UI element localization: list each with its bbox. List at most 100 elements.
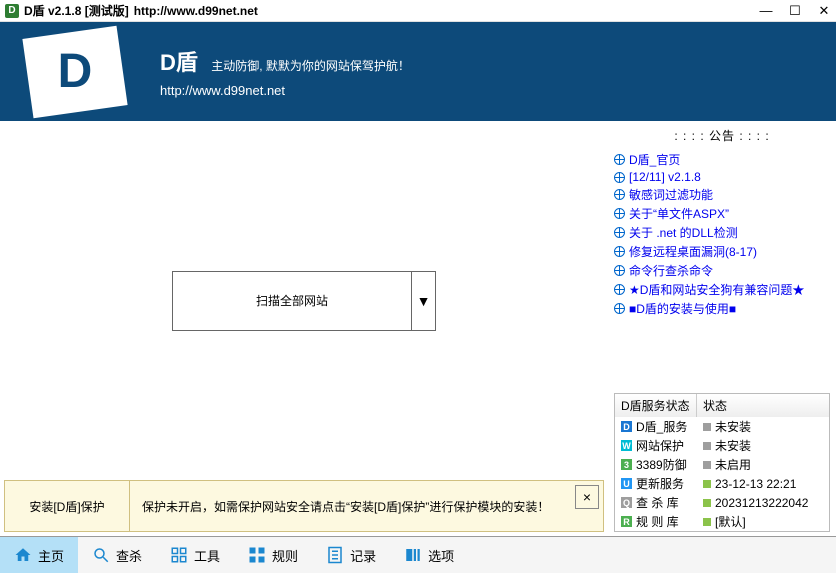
status-dot-icon xyxy=(703,423,711,431)
nav-label: 主页 xyxy=(38,546,64,565)
notice-text: 保护未开启，如需保护网站安全请点击“安装[D盾]保护”进行保护模块的安装！ xyxy=(130,481,571,531)
window-controls: — ☐ ✕ xyxy=(759,3,831,19)
announce-link: [12/11] v2.1.8 xyxy=(629,170,701,184)
announce-link: ■D盾的安装与使用■ xyxy=(629,300,736,317)
nav-label: 记录 xyxy=(350,546,376,565)
nav-label: 选项 xyxy=(428,546,454,565)
scan-container: 扫描全部网站 ▼ xyxy=(172,271,436,331)
scan-dropdown-arrow[interactable]: ▼ xyxy=(412,271,436,331)
globe-icon xyxy=(614,265,625,276)
titlebar: D D盾 v2.1.8 [测试版] http://www.d99net.net … xyxy=(0,0,836,22)
scan-icon xyxy=(92,546,110,564)
status-dot-icon xyxy=(703,461,711,469)
status-dot-icon xyxy=(703,480,711,488)
nav-bar: 主页 查杀 工具 规则 记录 选项 xyxy=(0,536,836,573)
banner-logo: D xyxy=(0,22,150,121)
status-service-name: D盾_服务 xyxy=(636,418,687,435)
status-value: 未启用 xyxy=(715,456,751,473)
announce-link: D盾_官页 xyxy=(629,151,680,168)
status-row: 3 3389防御 未启用 xyxy=(615,455,829,474)
nav-label: 工具 xyxy=(194,546,220,565)
announce-item[interactable]: 修复远程桌面漏洞(8-17) xyxy=(614,242,830,261)
status-row: R规 则 库[默认] xyxy=(615,512,829,531)
right-column: : : : : 公告 : : : : D盾_官页 [12/11] v2.1.8敏感… xyxy=(608,121,836,536)
status-header: D盾服务状态 状态 xyxy=(615,394,829,417)
announce-item[interactable]: 敏感词过滤功能 xyxy=(614,185,830,204)
announce-item[interactable]: ■D盾的安装与使用■ xyxy=(614,299,830,318)
status-service-name: 更新服务 xyxy=(636,475,684,492)
announce-item[interactable]: [12/11] v2.1.8 xyxy=(614,169,830,185)
banner-content: D盾 主动防御, 默默为你的网站保驾护航！ http://www.d99net.… xyxy=(150,45,410,98)
announce-item[interactable]: D盾_官页 xyxy=(614,150,830,169)
status-service-name: 查 杀 库 xyxy=(636,494,679,511)
banner: D D盾 主动防御, 默默为你的网站保驾护航！ http://www.d99ne… xyxy=(0,22,836,121)
status-row: W 网站保护 未安装 xyxy=(615,436,829,455)
banner-title: D盾 xyxy=(160,50,198,75)
status-header-state: 状态 xyxy=(697,394,733,417)
home-icon xyxy=(14,546,32,564)
status-service-icon: Q xyxy=(621,497,632,508)
globe-icon xyxy=(614,227,625,238)
status-service-name: 网站保护 xyxy=(636,437,684,454)
nav-tab-log[interactable]: 记录 xyxy=(312,537,390,573)
banner-logo-letter: D xyxy=(58,44,93,99)
announce-item[interactable]: 命令行查杀命令 xyxy=(614,261,830,280)
announce-item[interactable]: ★D盾和网站安全狗有兼容问题★ xyxy=(614,280,830,299)
announce-list: D盾_官页 [12/11] v2.1.8敏感词过滤功能关于“单文件ASPX”关于 … xyxy=(614,150,830,393)
announce-link: 命令行查杀命令 xyxy=(629,262,713,279)
tools-icon xyxy=(170,546,188,564)
nav-tab-scan[interactable]: 查杀 xyxy=(78,537,156,573)
status-service-icon: U xyxy=(621,478,632,489)
minimize-button[interactable]: — xyxy=(759,3,773,19)
status-row: U 更新服务 23-12-13 22:21 xyxy=(615,474,829,493)
nav-tab-rules[interactable]: 规则 xyxy=(234,537,312,573)
scan-all-button[interactable]: 扫描全部网站 xyxy=(172,271,412,331)
notice-close-button[interactable]: × xyxy=(575,485,599,509)
globe-icon xyxy=(614,154,625,165)
announce-item[interactable]: 关于 .net 的DLL检测 xyxy=(614,223,830,242)
announce-link: 修复远程桌面漏洞(8-17) xyxy=(629,243,757,260)
status-service-name: 3389防御 xyxy=(636,456,687,473)
announce-title: : : : : 公告 : : : : xyxy=(614,127,830,144)
nav-tab-home[interactable]: 主页 xyxy=(0,537,78,573)
status-header-service: D盾服务状态 xyxy=(615,394,697,417)
titlebar-left: D D盾 v2.1.8 [测试版] http://www.d99net.net xyxy=(5,2,258,19)
announce-link: ★D盾和网站安全狗有兼容问题★ xyxy=(629,281,804,298)
rules-icon xyxy=(248,546,266,564)
maximize-button[interactable]: ☐ xyxy=(788,3,802,19)
status-service-icon: R xyxy=(621,516,632,527)
options-icon xyxy=(404,546,422,564)
banner-url: http://www.d99net.net xyxy=(160,83,410,98)
globe-icon xyxy=(614,208,625,219)
app-icon: D xyxy=(5,4,19,18)
nav-label: 查杀 xyxy=(116,546,142,565)
status-row: Q 查 杀 库 20231213222042 xyxy=(615,493,829,512)
left-column: 扫描全部网站 ▼ 安装[D盾]保护 保护未开启，如需保护网站安全请点击“安装[D… xyxy=(0,121,608,536)
announce-link: 关于 .net 的DLL检测 xyxy=(629,224,738,241)
nav-label: 规则 xyxy=(272,546,298,565)
status-dot-icon xyxy=(703,499,711,507)
status-value: [默认] xyxy=(715,513,746,530)
window-title-url: http://www.d99net.net xyxy=(134,4,258,18)
announce-item[interactable]: 关于“单文件ASPX” xyxy=(614,204,830,223)
install-protect-button[interactable]: 安装[D盾]保护 xyxy=(5,481,130,531)
status-service-icon: W xyxy=(621,440,632,451)
status-table: D盾服务状态 状态 DD盾_服务未安装W网站保护未安装33389防御未启用U更新… xyxy=(614,393,830,532)
status-value: 未安装 xyxy=(715,418,751,435)
nav-tab-tools[interactable]: 工具 xyxy=(156,537,234,573)
globe-icon xyxy=(614,303,625,314)
status-row: DD盾_服务未安装 xyxy=(615,417,829,436)
center-box: 扫描全部网站 ▼ xyxy=(0,121,608,480)
status-value: 未安装 xyxy=(715,437,751,454)
status-service-icon: 3 xyxy=(621,459,632,470)
log-icon xyxy=(326,546,344,564)
nav-tab-options[interactable]: 选项 xyxy=(390,537,468,573)
status-dot-icon xyxy=(703,442,711,450)
status-dot-icon xyxy=(703,518,711,526)
status-value: 23-12-13 22:21 xyxy=(715,477,796,491)
close-button[interactable]: ✕ xyxy=(817,3,831,19)
banner-slogan: 主动防御, 默默为你的网站保驾护航！ xyxy=(211,59,410,73)
globe-icon xyxy=(614,246,625,257)
globe-icon xyxy=(614,172,625,183)
status-value: 20231213222042 xyxy=(715,496,808,510)
